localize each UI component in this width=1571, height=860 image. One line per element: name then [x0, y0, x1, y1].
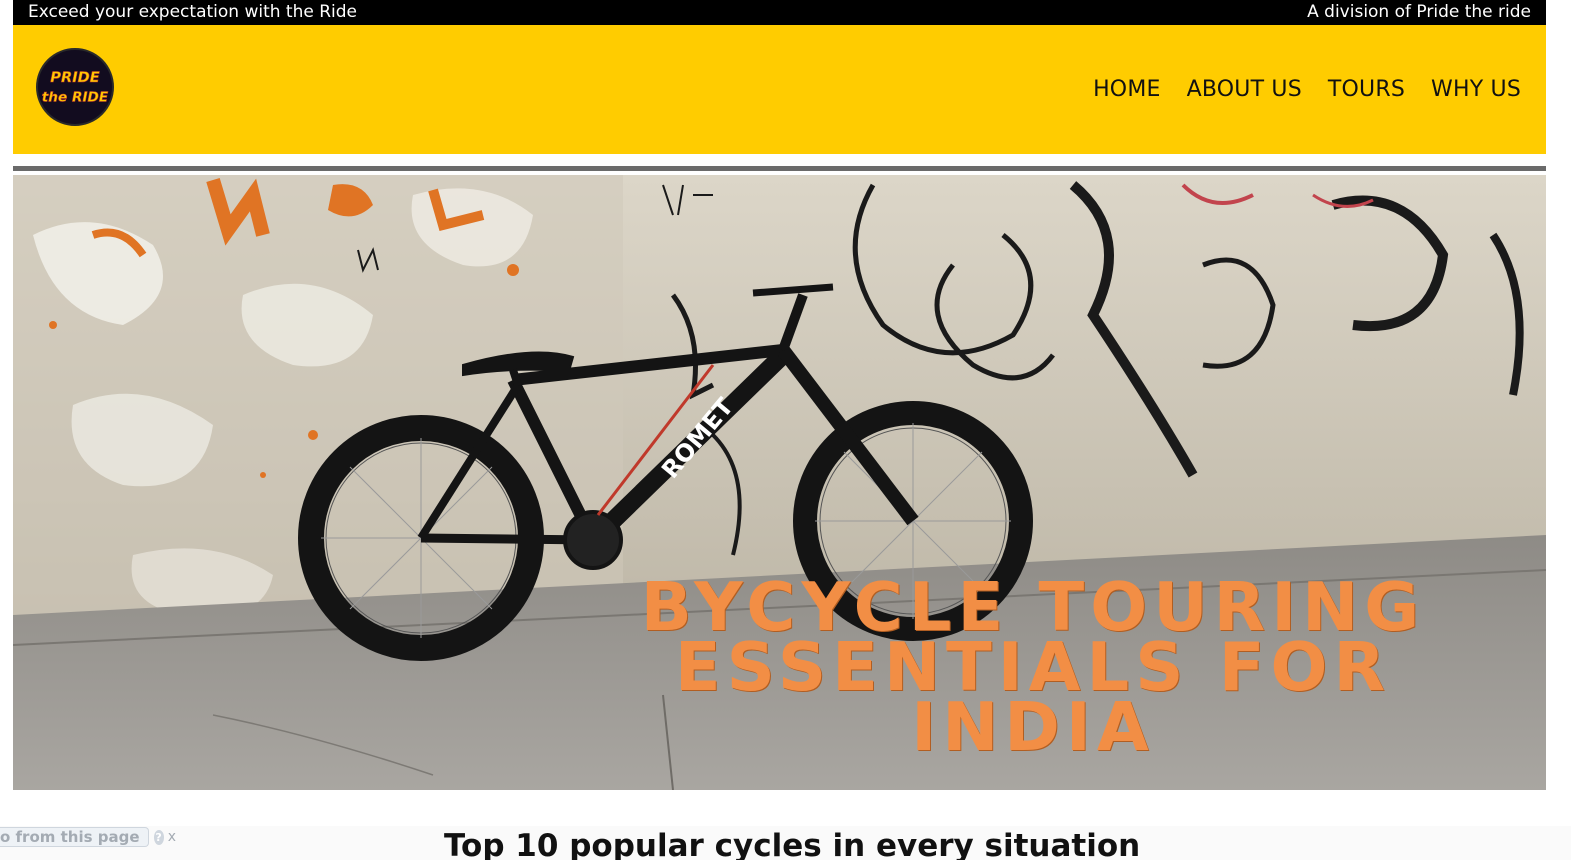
translate-link[interactable]: o from this page [0, 827, 149, 847]
header-divider [13, 166, 1546, 171]
site-logo[interactable]: PRIDE the RIDE [36, 48, 114, 126]
logo-line2: the RIDE [42, 90, 109, 106]
hero-banner: ROMET BYCYCLE TOURING ESSENTIALS FOR IND… [13, 175, 1546, 790]
logo-lettering: PRIDE the RIDE [42, 69, 110, 106]
nav-about-us[interactable]: ABOUT US [1187, 77, 1302, 102]
tagline-text: Exceed your expectation with the Ride [28, 2, 358, 22]
nav-home[interactable]: HOME [1093, 77, 1161, 102]
translate-widget: o from this page ? x [0, 826, 176, 848]
hero-title-line3: INDIA [911, 688, 1155, 766]
section-heading: Top 10 popular cycles in every situation [444, 828, 1141, 860]
site-header: PRIDE the RIDE HOME ABOUT US TOURS WHY U… [13, 25, 1546, 154]
help-icon[interactable]: ? [153, 829, 164, 845]
logo-line1: PRIDE [50, 69, 99, 86]
nav-tours[interactable]: TOURS [1328, 77, 1405, 102]
main-nav: HOME ABOUT US TOURS WHY US [1093, 77, 1521, 102]
division-text: A division of Pride the ride [1307, 2, 1531, 22]
hero-title: BYCYCLE TOURING ESSENTIALS FOR INDIA [533, 574, 1533, 766]
top-bar: Exceed your expectation with the Ride A … [13, 0, 1546, 25]
nav-why-us[interactable]: WHY US [1431, 77, 1521, 102]
close-icon[interactable]: x [168, 829, 176, 845]
